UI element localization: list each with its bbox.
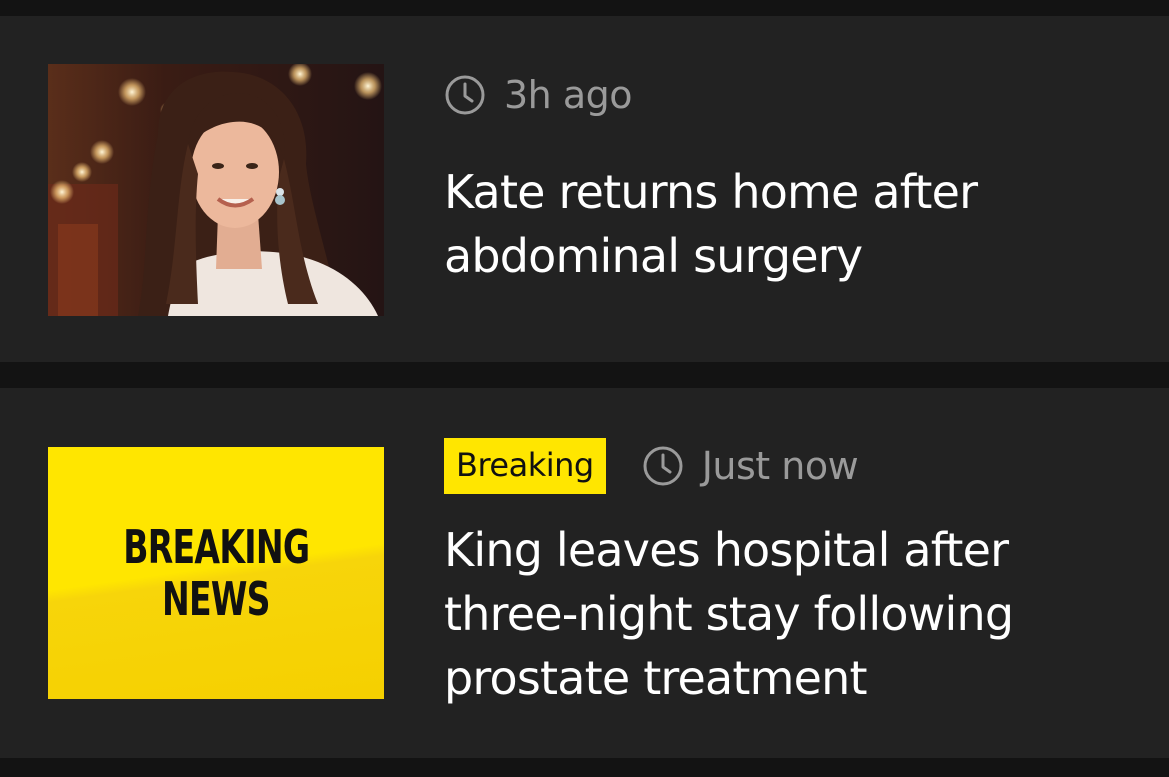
clock-icon (445, 75, 485, 115)
timestamp-text: Just now (701, 444, 859, 488)
article-card[interactable]: 3h ago Kate returns home after abdominal… (0, 16, 1169, 362)
portrait-photo (48, 64, 384, 316)
article-thumbnail[interactable]: BREAKING NEWS (48, 447, 384, 699)
timestamp-text: 3h ago (504, 73, 633, 117)
article-headline[interactable]: Kate returns home after abdominal surger… (444, 160, 1134, 288)
news-feed: 3h ago Kate returns home after abdominal… (0, 0, 1169, 777)
breaking-image-line2: NEWS (162, 572, 271, 626)
timestamp: Just now (642, 444, 859, 488)
timestamp: 3h ago (444, 73, 633, 117)
article-headline[interactable]: King leaves hospital after three-night s… (444, 518, 1134, 710)
article-card[interactable]: BREAKING NEWS Breaking Just now King lea… (0, 388, 1169, 758)
clock-icon (643, 446, 683, 486)
breaking-image-line1: BREAKING (122, 520, 310, 574)
breaking-badge: Breaking (444, 438, 606, 494)
article-meta: 3h ago (444, 69, 633, 121)
article-meta: Breaking Just now (444, 438, 859, 494)
breaking-news-image: BREAKING NEWS (48, 447, 384, 699)
article-thumbnail[interactable] (48, 64, 384, 316)
